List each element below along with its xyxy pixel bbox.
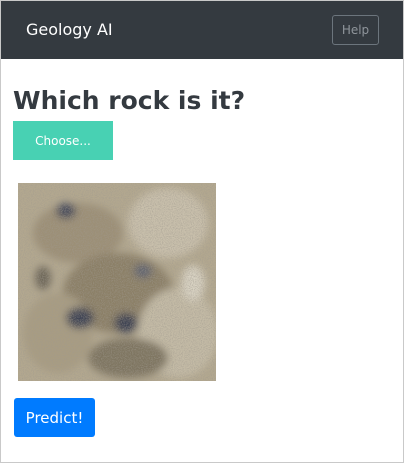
choose-file-button[interactable]: Choose...: [13, 121, 113, 160]
rock-preview-image: [18, 183, 216, 381]
brand-logo-text[interactable]: Geology AI: [26, 20, 113, 40]
page-title: Which rock is it?: [13, 86, 246, 115]
help-button[interactable]: Help: [332, 15, 379, 45]
predict-button[interactable]: Predict!: [14, 398, 95, 437]
navbar: Geology AI Help: [1, 1, 403, 59]
app-window: Geology AI Help Which rock is it? Choose…: [0, 0, 404, 463]
